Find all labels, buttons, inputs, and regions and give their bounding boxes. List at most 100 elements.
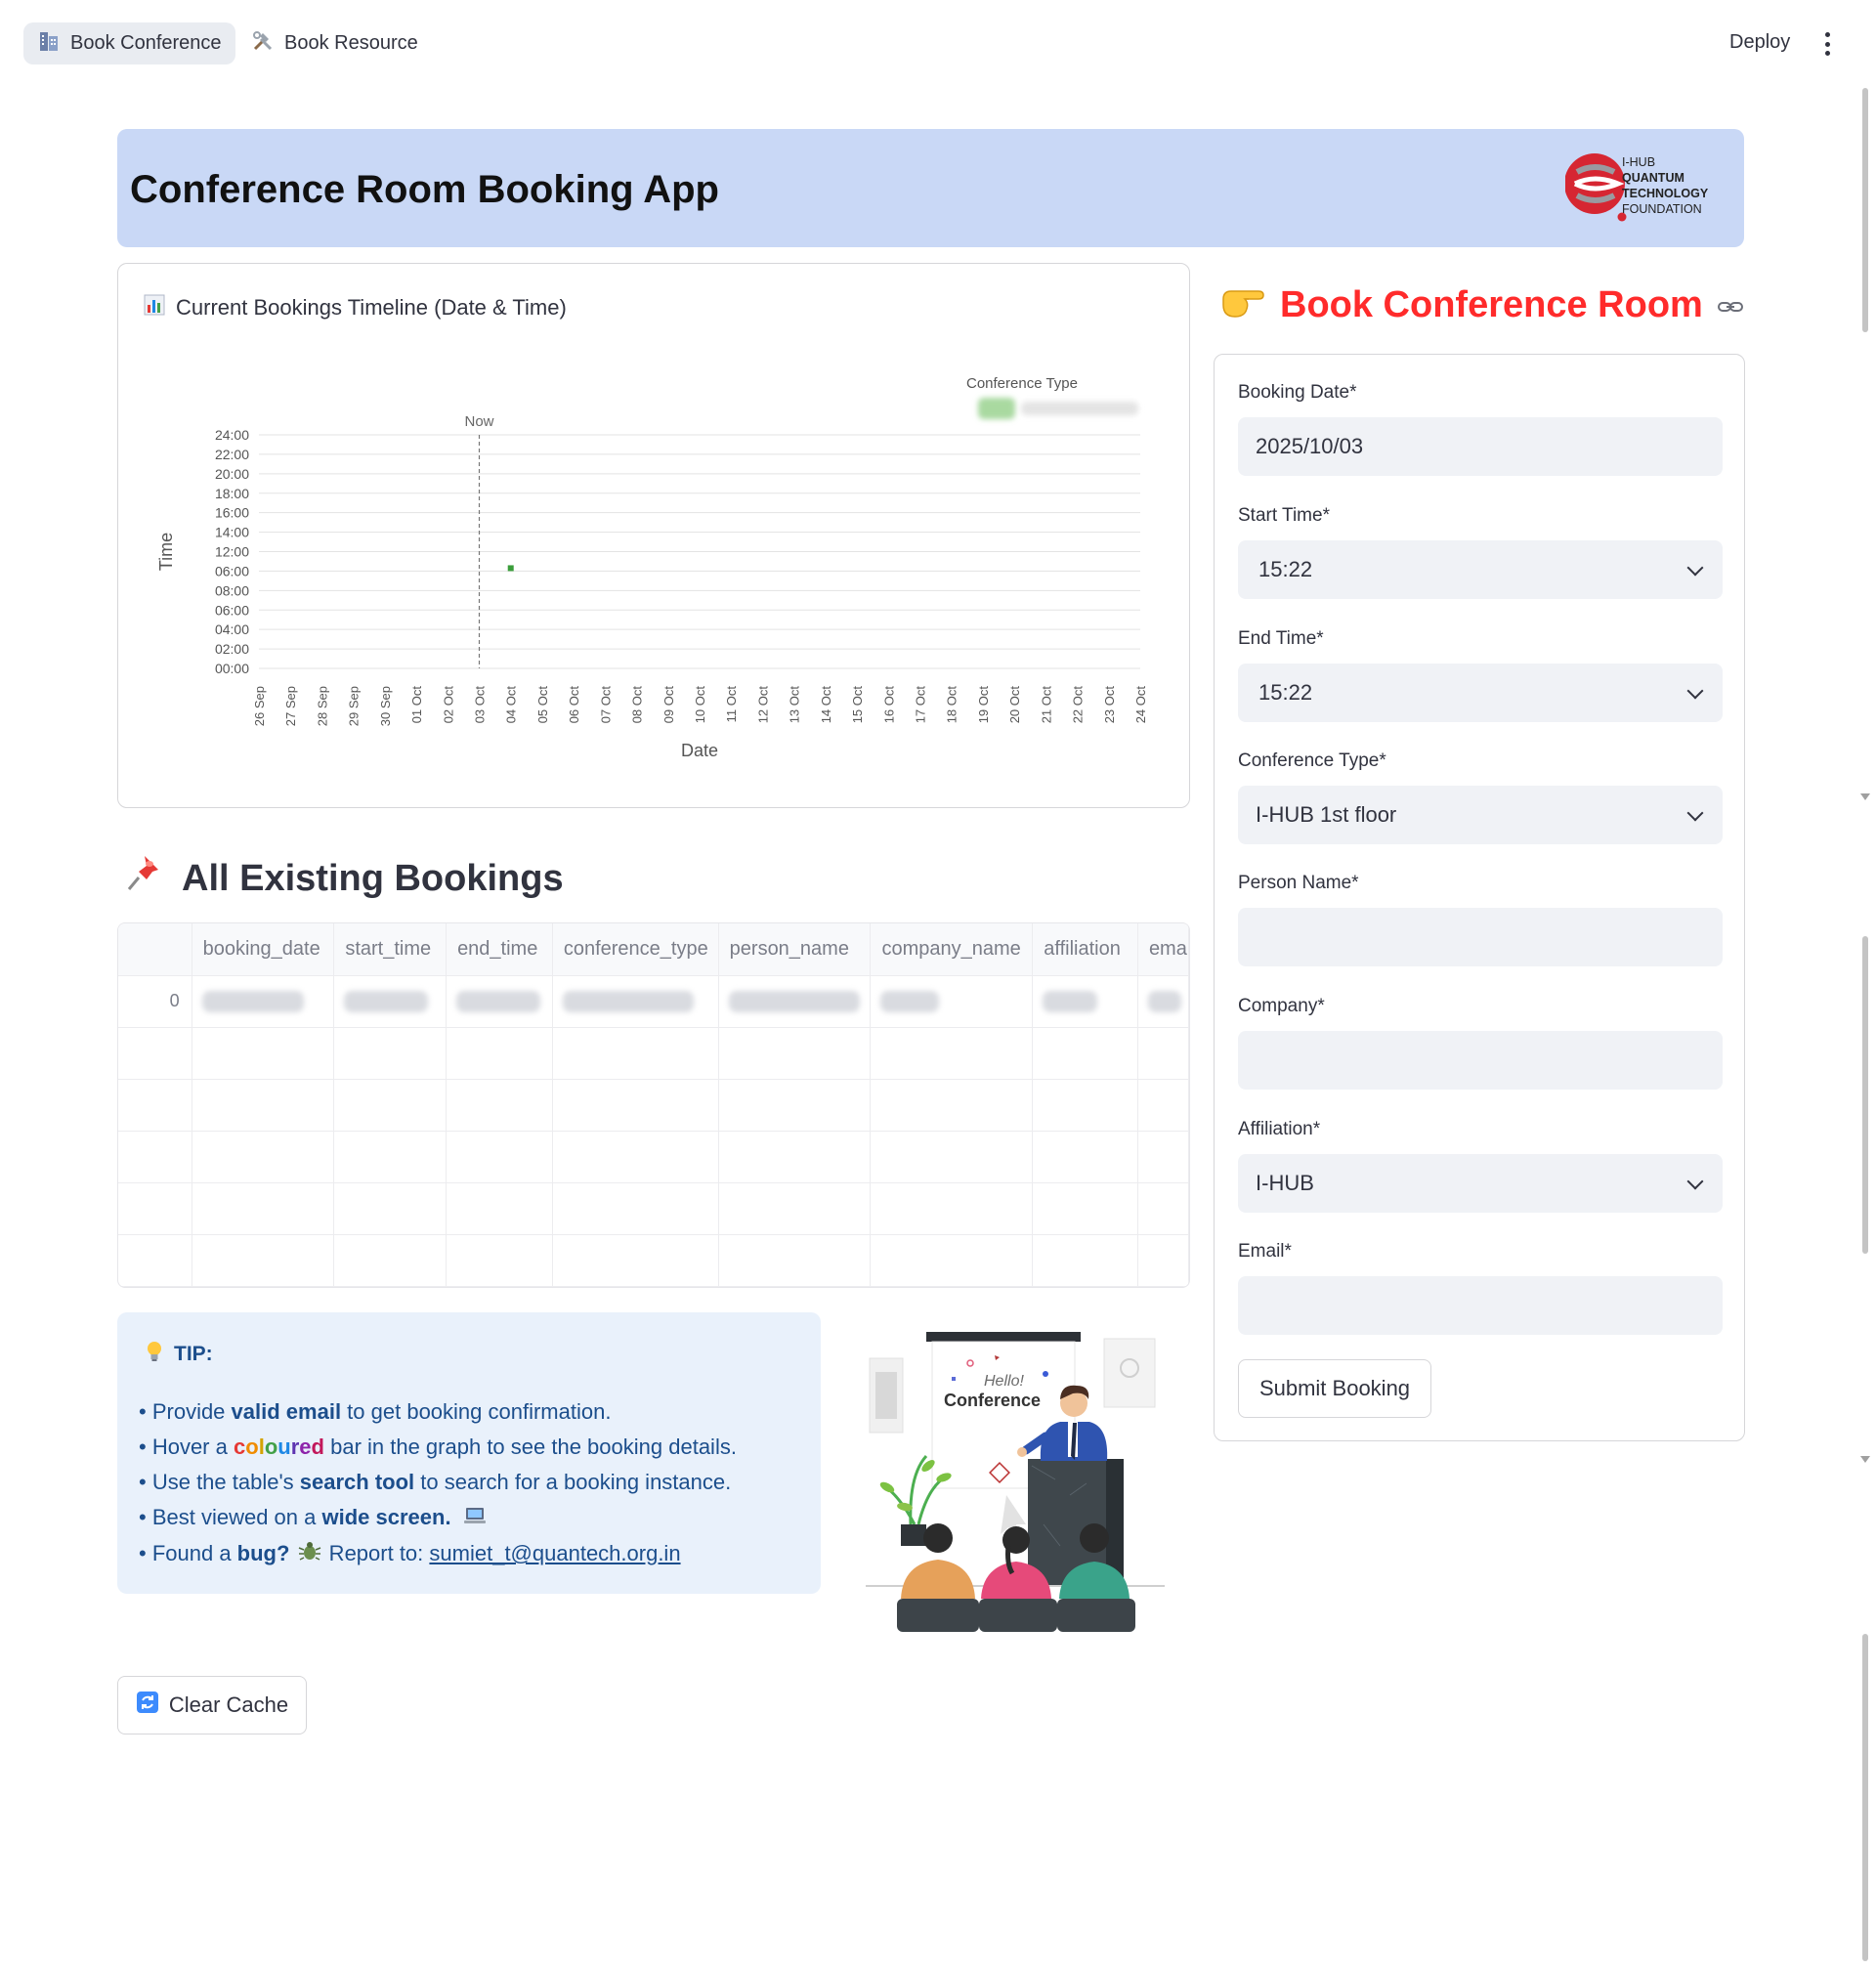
column-header[interactable]: person_name xyxy=(718,923,872,976)
form-title: Book Conference Room xyxy=(1219,279,1744,330)
bookings-section-title: All Existing Bookings xyxy=(123,852,564,905)
tip-list: • Provide valid email to get booking con… xyxy=(139,1394,737,1572)
x-tick-label: 15 Oct xyxy=(850,686,865,724)
tip-box: TIP: • Provide valid email to get bookin… xyxy=(117,1312,821,1594)
page-title: Conference Room Booking App xyxy=(130,168,719,211)
x-tick-label: 12 Oct xyxy=(755,686,770,724)
bookings-section-title-text: All Existing Bookings xyxy=(182,857,564,899)
column-header[interactable]: affiliation xyxy=(1032,923,1138,976)
email-input[interactable] xyxy=(1238,1276,1723,1335)
nav-tab-label: Book Conference xyxy=(70,32,222,54)
column-header[interactable]: booking_date xyxy=(192,923,335,976)
legend-label-redacted xyxy=(1021,402,1138,415)
column-header[interactable]: start_time xyxy=(333,923,448,976)
x-tick-label: 22 Oct xyxy=(1071,686,1086,724)
company-label: Company* xyxy=(1238,996,1325,1016)
table-row xyxy=(118,1131,1189,1183)
end-time-select[interactable]: 15:22 xyxy=(1238,664,1723,722)
tools-icon xyxy=(251,29,275,59)
y-tick-label: 06:00 xyxy=(215,602,249,618)
row-index: 0 xyxy=(118,975,192,1028)
tip-heading: TIP: xyxy=(145,1340,213,1369)
chevron-down-icon xyxy=(1686,682,1704,700)
table-row xyxy=(118,1027,1189,1080)
bug-report-email-link[interactable]: sumiet_t@quantech.org.in xyxy=(429,1541,680,1565)
table-cell-redacted xyxy=(333,975,448,1028)
bookings-table[interactable]: booking_date start_time end_time confere… xyxy=(117,922,1190,1288)
y-tick-label: 20:00 xyxy=(215,466,249,482)
chevron-down-icon xyxy=(1686,804,1704,822)
chevron-down-icon xyxy=(1686,1173,1704,1190)
x-tick-label: 24 Oct xyxy=(1133,686,1148,724)
clear-cache-button[interactable]: Clear Cache xyxy=(117,1676,307,1734)
office-building-icon xyxy=(37,29,61,59)
x-tick-label: 02 Oct xyxy=(441,686,455,724)
x-tick-label: 05 Oct xyxy=(535,686,550,724)
column-header[interactable]: end_time xyxy=(446,923,553,976)
scrollbar-thumb[interactable] xyxy=(1862,88,1868,332)
timeline-chart[interactable]: 00:00 02:00 04:00 06:00 08:00 06:00 12:00 14:00… xyxy=(118,264,1191,809)
rainbow-text: coloured xyxy=(233,1435,324,1459)
main-menu-icon[interactable] xyxy=(1823,32,1831,56)
x-tick-label: 13 Oct xyxy=(788,686,802,724)
x-tick-label: 30 Sep xyxy=(378,686,393,726)
conference-type-label: Conference Type* xyxy=(1238,750,1386,771)
column-header[interactable]: company_name xyxy=(870,923,1034,976)
y-tick-label: 02:00 xyxy=(215,641,249,657)
anchor-link-icon[interactable] xyxy=(1717,284,1744,326)
booking-date-input[interactable]: 2025/10/03 xyxy=(1238,417,1723,476)
deploy-button[interactable]: Deploy xyxy=(1729,31,1790,54)
scroll-down-icon[interactable] xyxy=(1860,793,1870,800)
laptop-icon xyxy=(463,1501,487,1536)
y-tick-label: 16:00 xyxy=(215,505,249,521)
x-tick-label: 16 Oct xyxy=(881,686,896,724)
column-header[interactable]: conference_type xyxy=(552,923,719,976)
x-tick-label: 03 Oct xyxy=(473,686,488,724)
conference-type-select[interactable]: I-HUB 1st floor xyxy=(1238,786,1723,844)
table-cell-redacted xyxy=(718,975,872,1028)
x-tick-label: 14 Oct xyxy=(819,686,833,724)
tip-item: • Best viewed on a wide screen. xyxy=(139,1500,737,1536)
table-header-row: booking_date start_time end_time confere… xyxy=(118,923,1189,976)
company-input[interactable] xyxy=(1238,1031,1723,1090)
y-tick-label: 22:00 xyxy=(215,447,249,462)
tip-item: • Use the table's search tool to search … xyxy=(139,1470,732,1494)
timeline-chart-card: Current Bookings Timeline (Date & Time) … xyxy=(117,263,1190,808)
x-tick-label: 07 Oct xyxy=(598,686,613,724)
table-cell-redacted xyxy=(552,975,719,1028)
y-tick-label: 04:00 xyxy=(215,621,249,637)
affiliation-select[interactable]: I-HUB xyxy=(1238,1154,1723,1213)
submit-booking-label: Submit Booking xyxy=(1258,1376,1411,1400)
x-tick-label: 28 Sep xyxy=(315,686,329,726)
column-header[interactable]: ema xyxy=(1137,923,1189,976)
person-name-label: Person Name* xyxy=(1238,873,1359,893)
form-scroll-down-icon[interactable] xyxy=(1860,1456,1870,1463)
lower-scrollbar-thumb[interactable] xyxy=(1862,1634,1868,1961)
clear-cache-label: Clear Cache xyxy=(168,1692,289,1717)
table-row[interactable]: 0 xyxy=(118,975,1189,1028)
form-scrollbar-thumb[interactable] xyxy=(1862,936,1868,1254)
tip-item: • Found a bug? Report to: sumiet_t@quant… xyxy=(139,1536,737,1572)
x-axis-label: Date xyxy=(681,741,718,760)
nav-tab-book-conference[interactable]: Book Conference xyxy=(23,22,235,64)
table-index-header xyxy=(118,923,192,976)
y-tick-label: 08:00 xyxy=(215,582,249,598)
submit-booking-button[interactable]: Submit Booking xyxy=(1238,1359,1431,1418)
bug-icon xyxy=(298,1537,321,1572)
x-tick-label: 29 Sep xyxy=(347,686,362,726)
logo-text: I-HUB QUANTUM TECHNOLOGY FOUNDATION xyxy=(1622,155,1709,216)
x-tick-label: 19 Oct xyxy=(976,686,991,724)
x-tick-label: 08 Oct xyxy=(630,686,645,724)
email-label: Email* xyxy=(1238,1241,1292,1262)
booking-date-label: Booking Date* xyxy=(1238,382,1357,403)
x-tick-label: 04 Oct xyxy=(504,686,519,724)
pointing-hand-icon xyxy=(1219,279,1266,330)
board-text: Conference xyxy=(944,1391,1041,1410)
now-marker-label: Now xyxy=(464,413,493,430)
start-time-select[interactable]: 15:22 xyxy=(1238,540,1723,599)
nav-tab-book-resource[interactable]: Book Resource xyxy=(237,22,432,64)
person-name-input[interactable] xyxy=(1238,908,1723,966)
x-tick-label: 09 Oct xyxy=(661,686,676,724)
refresh-icon xyxy=(136,1691,159,1720)
legend-swatch-redacted xyxy=(978,398,1015,419)
